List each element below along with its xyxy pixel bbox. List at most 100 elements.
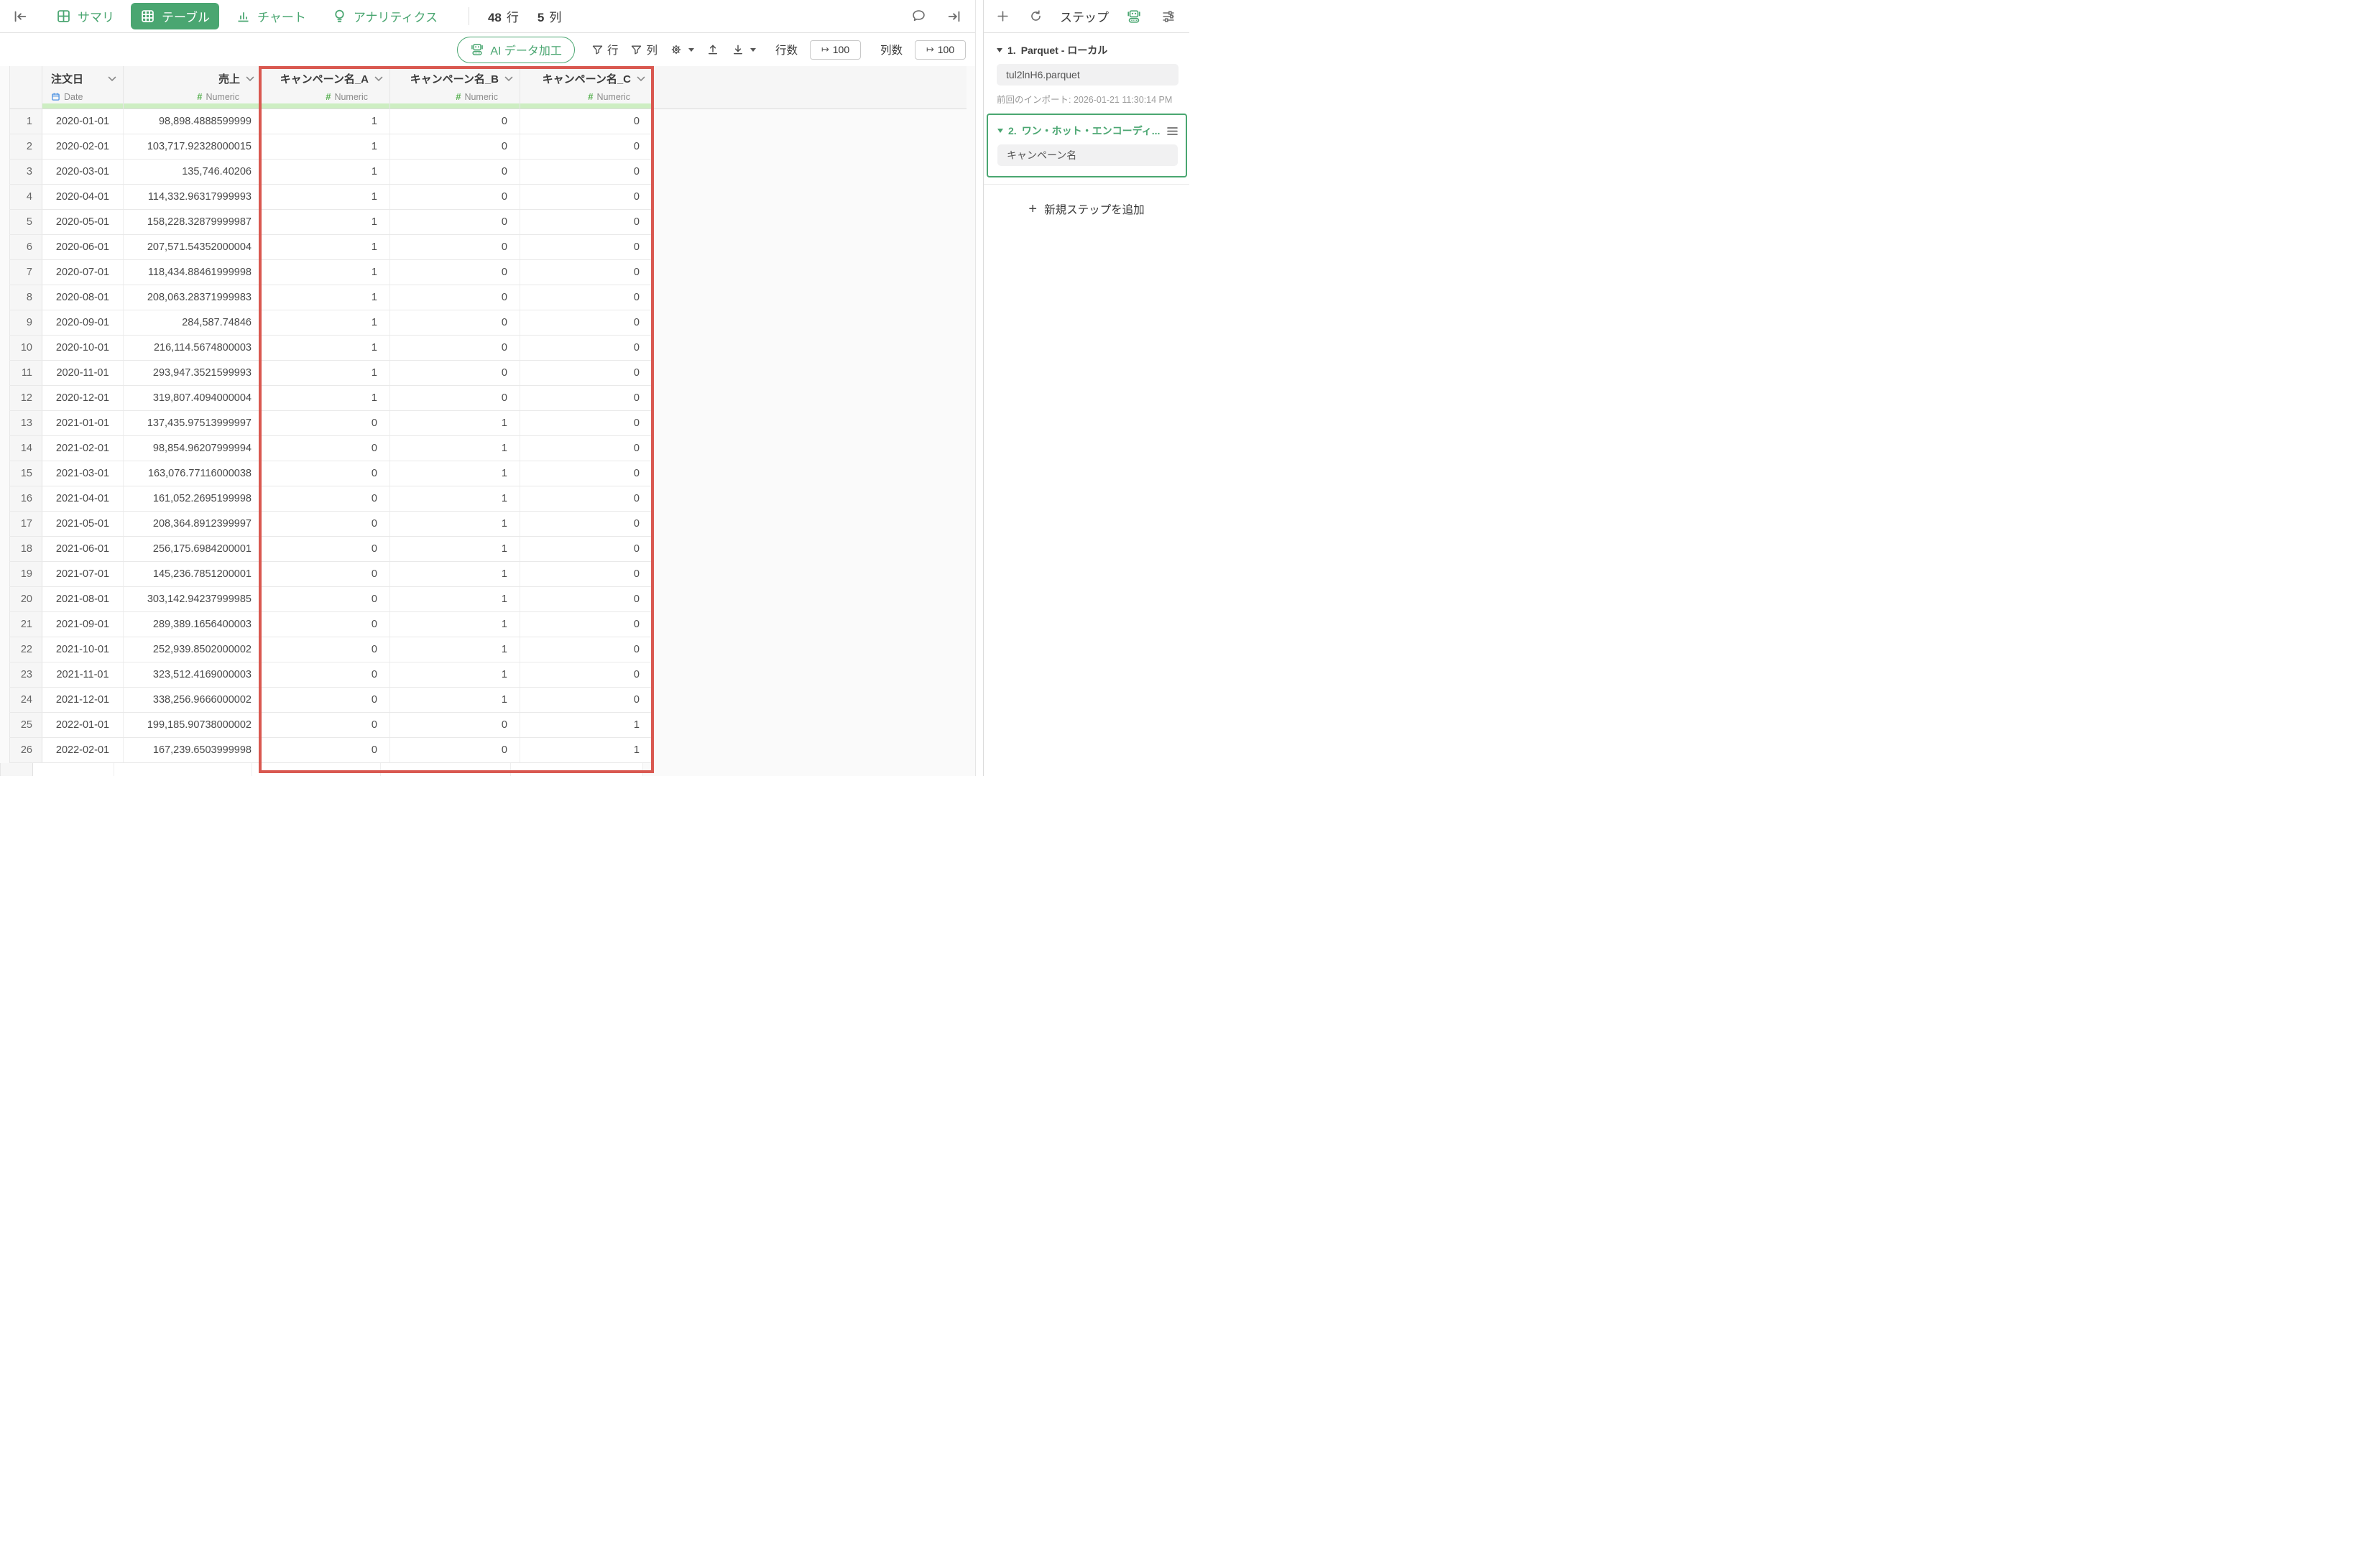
column-header-campaign-b[interactable]: キャンペーン名_B #Numeric [390, 66, 520, 109]
row-index-cell: 19 [9, 562, 42, 586]
campaign-c-cell: 1 [520, 713, 652, 737]
robot-icon[interactable] [1123, 6, 1145, 27]
step-2-header[interactable]: 2. ワン・ホット・エンコーディ... [997, 124, 1178, 138]
column-name: キャンペーン名_C [543, 71, 631, 86]
order-date-cell: 2020-06-01 [42, 235, 124, 259]
row-index-cell: 17 [9, 512, 42, 536]
filter-rows-button[interactable]: 行 [591, 42, 619, 57]
campaign-a-cell: 1 [262, 285, 390, 310]
campaign-c-cell: 0 [520, 537, 652, 561]
download-button[interactable] [732, 43, 756, 56]
column-name: 注文日 [51, 71, 83, 86]
campaign-a-cell: 0 [262, 436, 390, 461]
sales-cell: 293,947.3521599993 [124, 361, 262, 385]
tab-analytics[interactable]: アナリティクス [323, 3, 447, 29]
row-index-cell: 25 [9, 713, 42, 737]
table-row: 82020-08-01208,063.28371999983100 [9, 285, 652, 310]
campaign-c-cell: 0 [520, 411, 652, 435]
export-up-button[interactable] [706, 43, 719, 56]
filter-cols-button[interactable]: 列 [630, 42, 658, 57]
campaign-b-cell: 0 [390, 109, 520, 134]
sidebar-title: ステップ [1059, 7, 1110, 25]
table-row: 262022-02-01167,239.6503999998001 [9, 738, 652, 763]
row-index-cell: 26 [9, 738, 42, 762]
chevron-down-icon[interactable] [637, 76, 645, 82]
tab-summary[interactable]: サマリ [47, 3, 124, 29]
step-1: 1. Parquet - ローカル tul2lnH6.parquet 前回のイン… [984, 43, 1189, 106]
collapse-right-icon[interactable] [944, 6, 965, 27]
chevron-down-icon[interactable] [108, 76, 116, 82]
campaign-c-cell: 0 [520, 185, 652, 209]
collapse-left-icon[interactable] [9, 6, 31, 27]
rows-limit-input[interactable]: ↦ 100 [810, 40, 861, 60]
campaign-b-cell: 0 [390, 361, 520, 385]
table-row: 222021-10-01252,939.8502000002010 [9, 637, 652, 662]
column-header-campaign-a[interactable]: キャンペーン名_A #Numeric [262, 66, 390, 109]
hash-icon: # [588, 91, 593, 102]
step-2[interactable]: 2. ワン・ホット・エンコーディ... キャンペーン名 [987, 114, 1187, 177]
hash-icon: # [326, 91, 331, 102]
campaign-c-cell: 0 [520, 361, 652, 385]
column-type: Numeric [206, 92, 239, 102]
campaign-c-cell: 1 [520, 738, 652, 762]
campaign-a-cell: 1 [262, 210, 390, 234]
order-date-cell: 2021-01-01 [42, 411, 124, 435]
sales-cell: 284,587.74846 [124, 310, 262, 335]
campaign-b-cell: 1 [390, 688, 520, 712]
chevron-down-icon[interactable] [374, 76, 383, 82]
column-header-order-date[interactable]: 注文日 Date [42, 66, 124, 109]
campaign-c-cell: 0 [520, 386, 652, 410]
column-header-sales[interactable]: 売上 #Numeric [124, 66, 262, 109]
campaign-b-cell: 1 [390, 562, 520, 586]
comment-icon[interactable] [908, 6, 929, 27]
campaign-b-cell: 1 [390, 461, 520, 486]
steps-sidebar: ステップ 1. Parquet - ローカル tul2lnH6.parquet [984, 0, 1189, 776]
sales-cell: 319,807.4094000004 [124, 386, 262, 410]
campaign-a-cell: 0 [262, 537, 390, 561]
ai-data-wrangling-button[interactable]: AI データ加工 [457, 37, 575, 63]
sales-cell: 145,236.7851200001 [124, 562, 262, 586]
step-2-param-box[interactable]: キャンペーン名 [997, 144, 1178, 166]
campaign-c-cell: 0 [520, 109, 652, 134]
table-row: 102020-10-01216,114.5674800003100 [9, 336, 652, 361]
refresh-icon[interactable] [1026, 6, 1046, 26]
campaign-c-cell: 0 [520, 260, 652, 285]
campaign-b-cell: 1 [390, 537, 520, 561]
tab-table[interactable]: テーブル [131, 3, 219, 29]
column-name: キャンペーン名_A [280, 71, 369, 86]
sales-cell: 103,717.92328000015 [124, 134, 262, 159]
row-index-cell: 16 [9, 486, 42, 511]
chevron-down-icon[interactable] [504, 76, 513, 82]
campaign-b-cell: 0 [390, 310, 520, 335]
cols-limit-input[interactable]: ↦ 100 [915, 40, 966, 60]
order-date-cell: 2021-07-01 [42, 562, 124, 586]
chevron-down-icon[interactable] [246, 76, 254, 82]
add-step-button[interactable]: + 新規ステップを追加 [984, 201, 1189, 217]
campaign-c-cell: 0 [520, 134, 652, 159]
sliders-icon[interactable] [1158, 6, 1179, 27]
table-row: 182021-06-01256,175.6984200001010 [9, 537, 652, 562]
sales-cell: 135,746.40206 [124, 160, 262, 184]
tab-chart[interactable]: チャート [226, 3, 315, 29]
campaign-a-cell: 0 [262, 411, 390, 435]
step-1-header[interactable]: 1. Parquet - ローカル [997, 43, 1179, 57]
campaign-a-cell: 0 [262, 713, 390, 737]
app-window: サマリ テーブル チャート [0, 0, 1190, 776]
gear-icon [670, 43, 683, 56]
plus-icon: + [1028, 202, 1037, 216]
column-header-campaign-c[interactable]: キャンペーン名_C #Numeric [520, 66, 652, 109]
sales-cell: 256,175.6984200001 [124, 537, 262, 561]
hamburger-menu-icon[interactable] [1167, 126, 1178, 136]
step-1-file-box[interactable]: tul2lnH6.parquet [997, 64, 1179, 86]
campaign-a-cell: 0 [262, 612, 390, 637]
campaign-a-cell: 1 [262, 260, 390, 285]
sales-cell: 161,052.2695199998 [124, 486, 262, 511]
order-date-cell: 2020-02-01 [42, 134, 124, 159]
plus-icon[interactable] [993, 6, 1013, 26]
download-icon [732, 43, 744, 56]
table-settings-button[interactable] [670, 43, 694, 56]
mapsto-icon: ↦ [926, 44, 934, 55]
sales-cell: 303,142.94237999985 [124, 587, 262, 611]
table-row: 232021-11-01323,512.4169000003010 [9, 662, 652, 688]
funnel-icon [630, 44, 642, 56]
